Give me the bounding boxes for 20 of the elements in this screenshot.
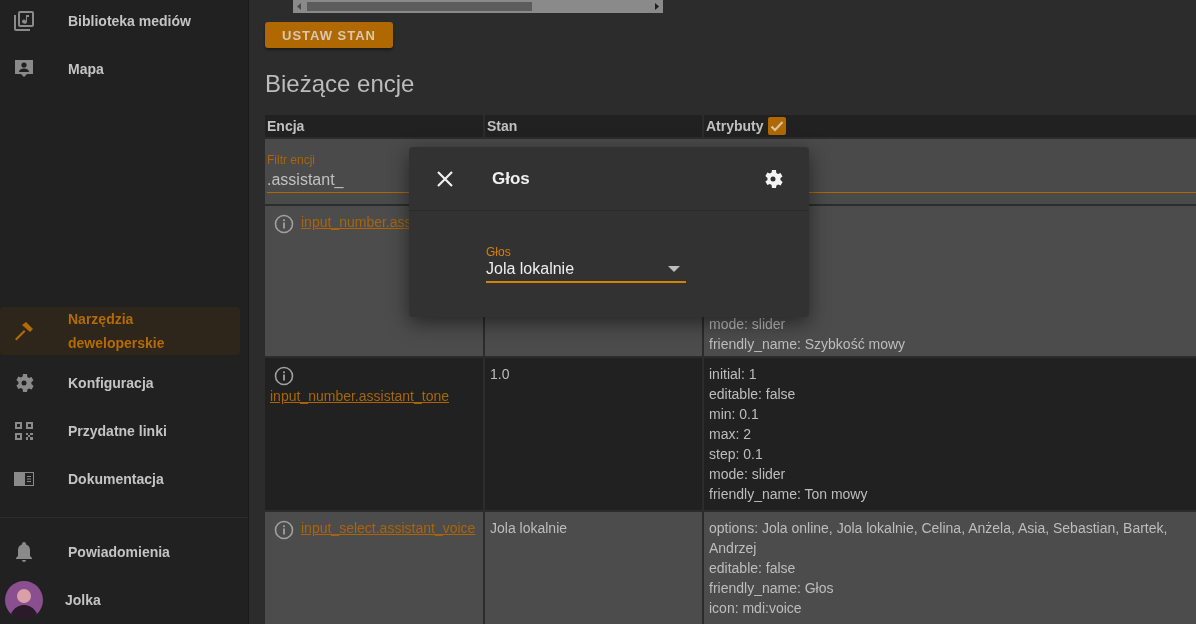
field-label: Filtr encji xyxy=(267,153,316,168)
column-label: Atrybuty xyxy=(706,117,764,136)
section-heading: Bieżące encje xyxy=(265,70,416,98)
attribute-text: editable: false xyxy=(709,559,797,578)
column-header: Stan xyxy=(485,115,702,137)
table-cell: 1.0 xyxy=(485,358,702,510)
attribute-text: min: 0.1 xyxy=(709,405,760,424)
attribute-text: friendly_name: Ton mowy xyxy=(709,485,869,504)
attribute-text: mode: slider xyxy=(709,315,787,334)
table-cell: Jola lokalnie xyxy=(485,512,702,624)
attribute-text: step: 0.1 xyxy=(709,445,764,464)
attribute-text: friendly_name: Szybkość mowy xyxy=(709,335,907,354)
dialog-title: Głos xyxy=(492,168,531,189)
attribute-text: mode: slider xyxy=(709,465,787,484)
attribute-text: editable: false xyxy=(709,385,797,404)
attribute-text: max: 2 xyxy=(709,425,752,444)
column-header: Encja xyxy=(265,115,483,137)
attribute-text: icon: mdi:voice xyxy=(709,599,803,618)
attribute-text: friendly_name: Głos xyxy=(709,579,835,598)
attribute-text: initial: 1 xyxy=(709,365,758,384)
